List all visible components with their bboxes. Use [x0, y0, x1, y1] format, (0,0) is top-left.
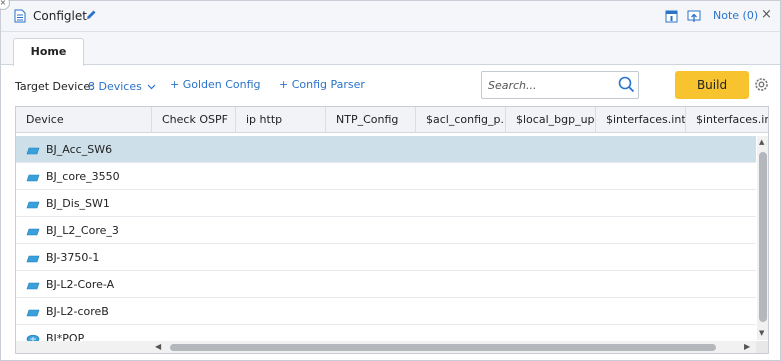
target-device-label: Target Device: [15, 80, 94, 93]
scrollbar-corner [756, 341, 768, 353]
column-header-device[interactable]: Device [16, 107, 152, 133]
golden-config-link[interactable]: + Golden Config [170, 78, 261, 91]
tab-home[interactable]: Home [13, 38, 84, 66]
horizontal-scrollbar[interactable]: ◀ ▶ [16, 341, 768, 353]
pencil-icon[interactable] [85, 9, 97, 24]
column-header-ip-http[interactable]: ip http [236, 107, 326, 133]
switch-icon [26, 199, 40, 212]
build-button[interactable]: Build [675, 71, 749, 99]
table-row[interactable]: BJ_Dis_SW1 [16, 190, 756, 217]
column-header-interfaces-intf[interactable]: $interfaces.intf [596, 107, 686, 133]
scroll-down-icon[interactable]: ▼ [759, 329, 764, 337]
info-panel-icon[interactable] [665, 10, 678, 26]
switch-icon [26, 145, 40, 158]
target-device-value: 8 Devices [88, 80, 142, 93]
switch-icon [26, 253, 40, 266]
grid-header: Device Check OSPF ip http NTP_Config $ac… [16, 107, 768, 133]
table-row[interactable]: BJ_core_3550 [16, 163, 756, 190]
export-icon[interactable] [687, 10, 701, 26]
note-link[interactable]: Note (0) [713, 9, 758, 22]
table-row[interactable]: BJ_L2_Core_3 [16, 217, 756, 244]
gear-icon[interactable] [753, 76, 770, 96]
search-box [481, 71, 639, 99]
column-header-ntp-config[interactable]: NTP_Config [326, 107, 416, 133]
scroll-up-icon[interactable]: ▲ [759, 138, 764, 146]
vertical-scrollbar[interactable]: ▲ ▼ [757, 136, 768, 340]
table-row[interactable]: BJ-L2-Core-A [16, 271, 756, 298]
device-grid: Device Check OSPF ip http NTP_Config $ac… [15, 106, 769, 354]
document-icon [14, 9, 26, 26]
chevron-down-icon [147, 84, 156, 90]
device-name: BJ_core_3550 [46, 170, 120, 183]
column-header-check-ospf[interactable]: Check OSPF [152, 107, 236, 133]
target-device-dropdown[interactable]: 8 Devices [88, 80, 156, 93]
tab-bar: Home [1, 32, 780, 66]
scroll-left-icon[interactable]: ◀ [155, 342, 161, 351]
column-header-local-bgp[interactable]: $local_bgp_up... [506, 107, 596, 133]
column-header-acl-config[interactable]: $acl_config_p... [416, 107, 506, 133]
window-title: Configlet [33, 9, 87, 23]
device-name: BJ-L2-coreB [46, 305, 109, 318]
switch-icon [26, 172, 40, 185]
search-input[interactable] [482, 72, 612, 98]
config-parser-link[interactable]: + Config Parser [279, 78, 365, 91]
device-name: BJ_L2_Core_3 [46, 224, 119, 237]
column-header-interfaces-int[interactable]: $interfaces.int... [686, 107, 768, 133]
switch-icon [26, 280, 40, 293]
title-bar: Configlet Note (0) × [1, 1, 780, 32]
device-name: BJ_Dis_SW1 [46, 197, 110, 210]
vertical-scroll-thumb[interactable] [759, 152, 767, 322]
device-name: BJ-L2-Core-A [46, 278, 115, 291]
device-name: BJ_Acc_SW6 [46, 143, 113, 156]
table-row[interactable]: BJ_Acc_SW6 [16, 136, 756, 163]
configlet-window: Configlet Note (0) × Home Target Device: [0, 0, 781, 361]
toolbar: Target Device: 8 Devices + Golden Config… [1, 66, 780, 104]
device-name: BJ-3750-1 [46, 251, 100, 264]
switch-icon [26, 307, 40, 320]
close-icon[interactable]: × [761, 7, 772, 22]
search-icon[interactable] [618, 76, 635, 96]
table-row[interactable]: BJ-L2-coreB [16, 298, 756, 325]
table-row[interactable]: BJ-3750-1 [16, 244, 756, 271]
scroll-right-icon[interactable]: ▶ [744, 342, 750, 351]
horizontal-scroll-thumb[interactable] [170, 344, 716, 351]
switch-icon [26, 226, 40, 239]
